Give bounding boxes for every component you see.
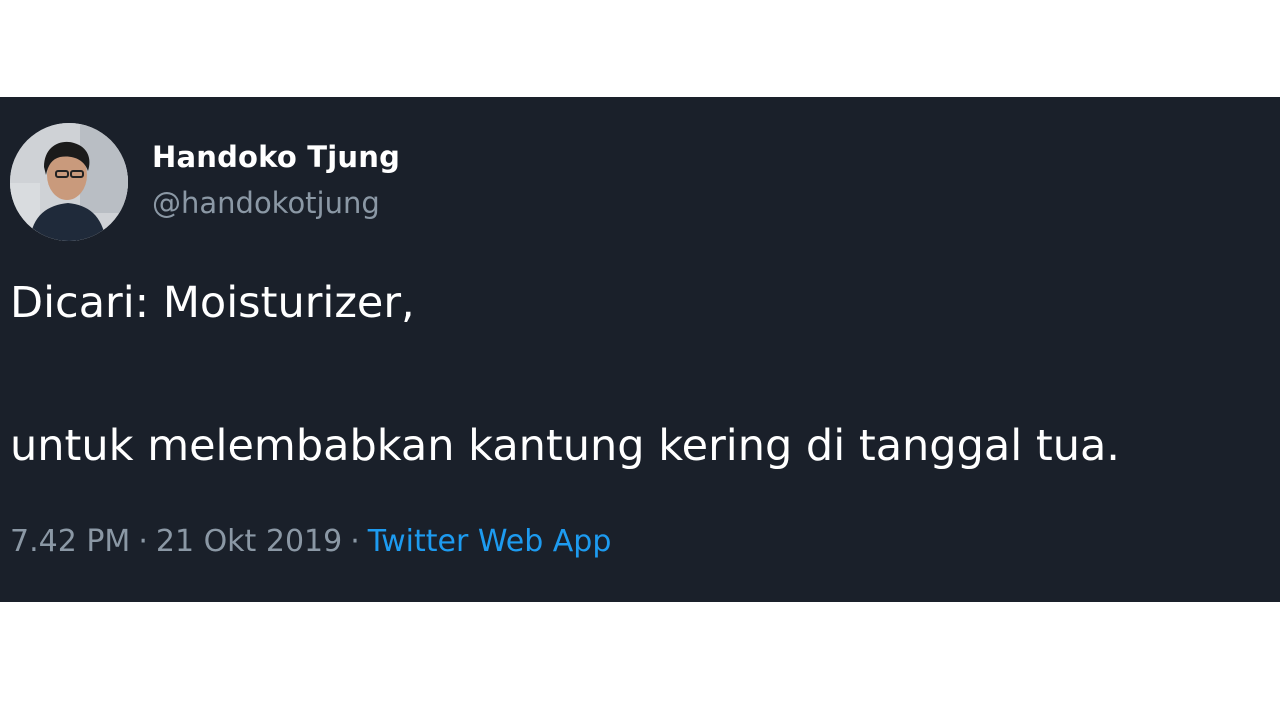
user-handle[interactable]: @handokotjung — [152, 185, 400, 221]
avatar-photo-icon — [10, 123, 128, 241]
tweet-card[interactable]: Handoko Tjung @handokotjung Dicari: Mois… — [0, 97, 1280, 602]
meta-separator: · — [138, 524, 148, 559]
tweet-date[interactable]: 21 Okt 2019 — [156, 524, 342, 559]
user-info: Handoko Tjung @handokotjung — [152, 139, 400, 221]
meta-separator: · — [350, 524, 360, 559]
tweet-text: Dicari: Moisturizer, untuk melembabkan k… — [10, 275, 1270, 474]
display-name[interactable]: Handoko Tjung — [152, 139, 400, 175]
tweet-source-link[interactable]: Twitter Web App — [368, 524, 612, 559]
tweet-meta: 7.42 PM · 21 Okt 2019 · Twitter Web App — [10, 522, 611, 562]
avatar[interactable] — [10, 123, 128, 241]
page: Handoko Tjung @handokotjung Dicari: Mois… — [0, 0, 1280, 720]
tweet-time[interactable]: 7.42 PM — [10, 524, 130, 559]
tweet-text-line-1: Dicari: Moisturizer, — [10, 278, 415, 328]
tweet-text-line-2: untuk melembabkan kantung kering di tang… — [10, 421, 1120, 471]
